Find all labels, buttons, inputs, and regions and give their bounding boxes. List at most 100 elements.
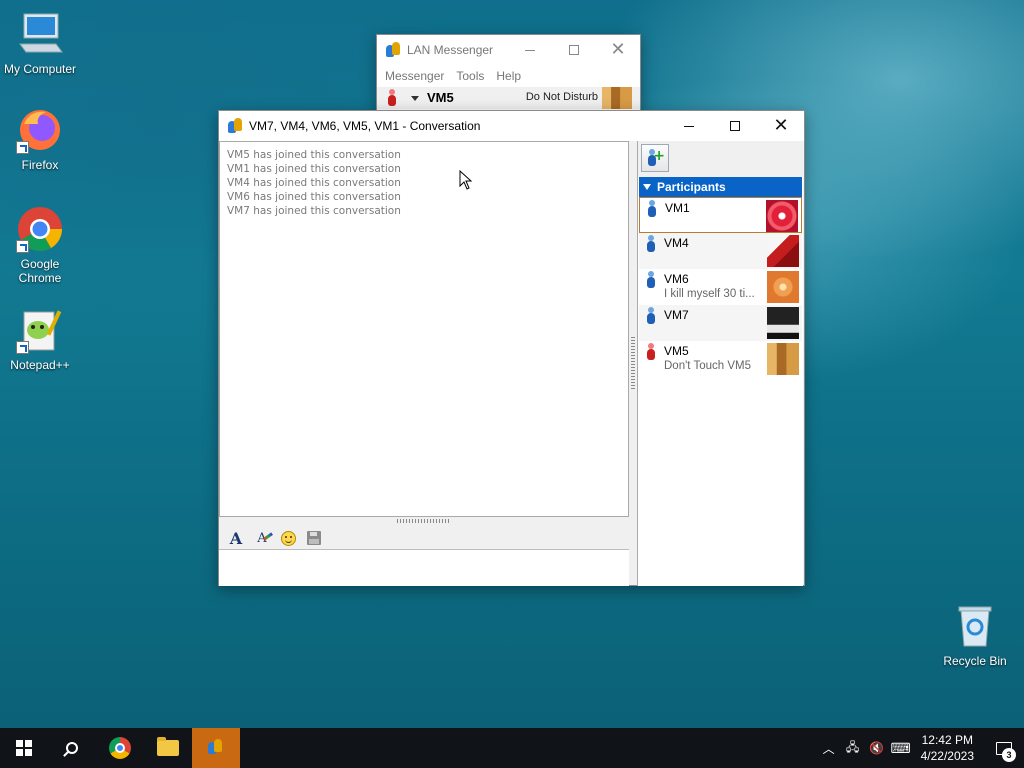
chrome-icon (16, 205, 64, 253)
format-toolbar: A A (219, 525, 629, 551)
font-color-button[interactable]: A (249, 527, 275, 549)
smiley-icon (280, 530, 296, 546)
system-message: VM5 has joined this conversation (227, 149, 401, 161)
participant-avatar (767, 271, 799, 303)
shortcut-arrow-icon (16, 341, 29, 354)
conversation-titlebar[interactable]: VM7, VM4, VM6, VM5, VM1 - Conversation ✕ (219, 111, 804, 141)
window-title: LAN Messenger (407, 43, 494, 57)
menu-item-messenger[interactable]: Messenger (385, 69, 444, 83)
participant-row-vm4[interactable]: VM4 (639, 233, 802, 269)
busy-status-icon (646, 343, 656, 361)
maximize-button[interactable] (712, 111, 758, 141)
collapse-arrow-icon (643, 184, 651, 190)
desktop-icon-notepadpp[interactable]: Notepad++ (0, 306, 80, 372)
lan-messenger-icon (207, 739, 225, 757)
desktop-icon-recycle-bin[interactable]: Recycle Bin (935, 602, 1015, 668)
participant-row-vm7[interactable]: VM7 (639, 305, 802, 341)
participant-row-vm5[interactable]: VM5 Don't Touch VM5 (639, 341, 802, 377)
maximize-icon (730, 121, 740, 131)
network-icon[interactable]: 🖧 (841, 738, 865, 759)
user-status-icon[interactable] (387, 89, 397, 107)
desktop-icon-label: Notepad++ (10, 358, 70, 372)
volume-muted-icon[interactable]: 🔇 (865, 741, 889, 755)
lan-messenger-user-row: VM5 Do Not Disturb (377, 87, 640, 109)
participant-name: VM5 (664, 344, 689, 358)
menu-item-tools[interactable]: Tools (456, 69, 484, 83)
taskbar-chrome[interactable] (96, 728, 144, 768)
participant-name: VM4 (664, 236, 689, 250)
system-message: VM4 has joined this conversation (227, 177, 401, 189)
font-button[interactable]: A (223, 527, 249, 549)
participant-row-vm1[interactable]: VM1 (639, 197, 802, 233)
conversation-window[interactable]: VM7, VM4, VM6, VM5, VM1 - Conversation ✕… (218, 110, 805, 586)
save-icon (307, 531, 321, 545)
system-message: VM6 has joined this conversation (227, 191, 401, 203)
lan-messenger-menubar: Messenger Tools Help (377, 65, 640, 87)
message-input[interactable] (219, 549, 629, 586)
participants-panel: + Participants VM1 VM4 VM6 I kill myself… (637, 141, 803, 586)
close-button[interactable]: ✕ (758, 111, 804, 141)
lan-messenger-window[interactable]: LAN Messenger ✕ Messenger Tools Help VM5… (376, 34, 641, 114)
conversation-body: VM5 has joined this conversation VM1 has… (219, 141, 804, 586)
close-icon: ✕ (773, 115, 789, 136)
desktop-icon-label: My Computer (3, 62, 77, 76)
system-message: VM7 has joined this conversation (227, 205, 401, 217)
message-history[interactable]: VM5 has joined this conversation VM1 has… (219, 141, 629, 517)
participant-name: VM7 (664, 308, 689, 322)
chrome-icon (109, 737, 131, 759)
maximize-button[interactable] (552, 35, 596, 65)
taskbar-file-explorer[interactable] (144, 728, 192, 768)
vertical-splitter-handle[interactable] (631, 337, 635, 389)
system-message: VM1 has joined this conversation (227, 163, 401, 175)
participant-name: VM6 (664, 272, 689, 286)
participant-status: I kill myself 30 ti... (664, 288, 755, 300)
search-button[interactable] (48, 728, 96, 768)
desktop-icon-my-computer[interactable]: My Computer (0, 10, 80, 76)
desktop-icon-label: Recycle Bin (943, 654, 1007, 668)
lan-messenger-icon (385, 42, 401, 58)
participants-header[interactable]: Participants (639, 177, 802, 197)
computer-icon (16, 10, 64, 58)
participant-avatar (767, 235, 799, 267)
save-button[interactable] (301, 527, 327, 549)
user-avatar[interactable] (602, 87, 632, 109)
horizontal-splitter-handle[interactable] (397, 519, 451, 523)
minimize-icon (525, 49, 535, 51)
window-title: VM7, VM4, VM6, VM5, VM1 - Conversation (249, 119, 481, 133)
participant-avatar (767, 343, 799, 375)
status-dropdown-icon[interactable] (411, 96, 419, 101)
folder-icon (157, 737, 179, 756)
font-color-icon: A (257, 530, 267, 546)
online-status-icon (646, 307, 656, 325)
system-tray: ︿ 🖧 🔇 ⌨ 12:42 PM 4/22/2023 3 (817, 728, 1024, 768)
action-center-button[interactable]: 3 (984, 728, 1024, 768)
clock-time: 12:42 PM (921, 733, 973, 747)
user-status: Do Not Disturb (525, 91, 598, 103)
clock[interactable]: 12:42 PM 4/22/2023 (921, 732, 974, 764)
input-language-icon[interactable]: ⌨ (889, 740, 913, 757)
participant-row-vm6[interactable]: VM6 I kill myself 30 ti... (639, 269, 802, 305)
minimize-icon (684, 125, 694, 127)
emoticon-button[interactable] (275, 527, 301, 549)
desktop-icon-label: Google Chrome (18, 257, 62, 285)
online-status-icon (646, 235, 656, 253)
notification-count: 3 (1002, 748, 1016, 762)
desktop-icon-google-chrome[interactable]: Google Chrome (0, 205, 80, 285)
menu-item-help[interactable]: Help (496, 69, 521, 83)
taskbar-lan-messenger[interactable] (192, 728, 240, 768)
mouse-cursor-icon (459, 170, 473, 190)
close-button[interactable]: ✕ (596, 35, 640, 65)
minimize-button[interactable] (508, 35, 552, 65)
participant-avatar (766, 200, 798, 232)
participant-name: VM1 (665, 201, 690, 215)
firefox-icon (16, 106, 64, 154)
minimize-button[interactable] (666, 111, 712, 141)
lan-messenger-titlebar[interactable]: LAN Messenger ✕ (377, 35, 640, 65)
shortcut-arrow-icon (16, 141, 29, 154)
start-button[interactable] (0, 728, 48, 768)
windows-logo-icon (16, 740, 32, 756)
add-participant-button[interactable]: + (641, 144, 669, 172)
desktop-icon-firefox[interactable]: Firefox (0, 106, 80, 172)
show-hidden-icons-button[interactable]: ︿ (817, 740, 841, 757)
plus-icon: + (653, 148, 665, 164)
